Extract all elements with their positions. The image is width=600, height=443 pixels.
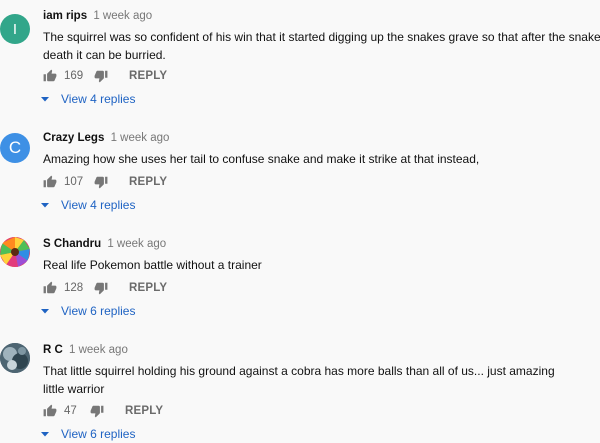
comment-author[interactable]: Crazy Legs [43, 132, 104, 144]
avatar[interactable]: C [0, 133, 30, 163]
like-count: 128 [64, 282, 84, 294]
avatar[interactable]: I [0, 14, 30, 44]
comment-actions: 47 REPLY [43, 403, 163, 419]
avatar-letter: I [12, 20, 18, 38]
thumbs-down-icon[interactable] [94, 281, 108, 295]
like-count: 107 [64, 176, 84, 188]
view-replies-label: View 6 replies [61, 427, 136, 441]
comment-text: Amazing how she uses her tail to confuse… [43, 152, 480, 166]
chevron-down-icon [41, 432, 49, 437]
view-replies-button[interactable]: View 4 replies [40, 92, 135, 106]
thumbs-down-icon[interactable] [90, 404, 104, 418]
view-replies-button[interactable]: View 4 replies [40, 198, 135, 212]
photo-avatar-image [0, 343, 30, 373]
comment-author[interactable]: iam rips [43, 10, 87, 22]
comments-section: I iam rips 1 week ago The squirrel was s… [0, 0, 600, 443]
comment-timestamp[interactable]: 1 week ago [69, 344, 128, 356]
flower-avatar-image [0, 237, 30, 267]
chevron-down-icon [41, 97, 49, 102]
reply-button[interactable]: REPLY [129, 176, 167, 188]
reply-button[interactable]: REPLY [129, 70, 167, 82]
comment-actions: 128 REPLY [43, 280, 167, 296]
reply-button[interactable]: REPLY [129, 282, 167, 294]
chevron-down-icon [41, 203, 49, 208]
view-replies-button[interactable]: View 6 replies [40, 304, 135, 318]
comment-item: R C 1 week ago That little squirrel hold… [0, 343, 600, 443]
comment-header: S Chandru 1 week ago [43, 237, 166, 251]
avatar[interactable] [0, 237, 30, 267]
thumbs-down-icon[interactable] [94, 175, 108, 189]
avatar-letter: C [8, 138, 22, 157]
comment-actions: 107 REPLY [43, 174, 167, 190]
thumbs-up-icon[interactable] [43, 69, 57, 83]
comment-item: S Chandru 1 week ago Real life Pokemon b… [0, 237, 600, 343]
thumbs-up-icon[interactable] [43, 281, 57, 295]
comment-actions: 169 REPLY [43, 68, 167, 84]
view-replies-label: View 4 replies [61, 92, 136, 106]
view-replies-button[interactable]: View 6 replies [40, 427, 135, 441]
comment-header: Crazy Legs 1 week ago [43, 131, 169, 145]
comment-timestamp[interactable]: 1 week ago [93, 10, 152, 22]
comment-text: Real life Pokemon battle without a train… [43, 258, 262, 272]
comment-item: I iam rips 1 week ago The squirrel was s… [0, 9, 600, 115]
chevron-down-icon [41, 309, 49, 314]
comment-text: The squirrel was so confident of his win… [43, 30, 600, 62]
thumbs-up-icon[interactable] [43, 175, 57, 189]
comment-header: iam rips 1 week ago [43, 9, 152, 23]
like-count: 169 [64, 70, 84, 82]
view-replies-label: View 4 replies [61, 198, 136, 212]
thumbs-down-icon[interactable] [94, 69, 108, 83]
like-count: 47 [64, 405, 77, 417]
thumbs-up-icon[interactable] [43, 404, 57, 418]
view-replies-label: View 6 replies [61, 304, 136, 318]
comment-header: R C 1 week ago [43, 343, 128, 357]
comment-timestamp[interactable]: 1 week ago [107, 238, 166, 250]
avatar[interactable] [0, 343, 30, 373]
comment-author[interactable]: R C [43, 344, 63, 356]
comment-text: That little squirrel holding his ground … [43, 364, 555, 396]
reply-button[interactable]: REPLY [125, 405, 163, 417]
comment-timestamp[interactable]: 1 week ago [111, 132, 170, 144]
comment-author[interactable]: S Chandru [43, 238, 101, 250]
comment-item: C Crazy Legs 1 week ago Amazing how she … [0, 131, 600, 237]
